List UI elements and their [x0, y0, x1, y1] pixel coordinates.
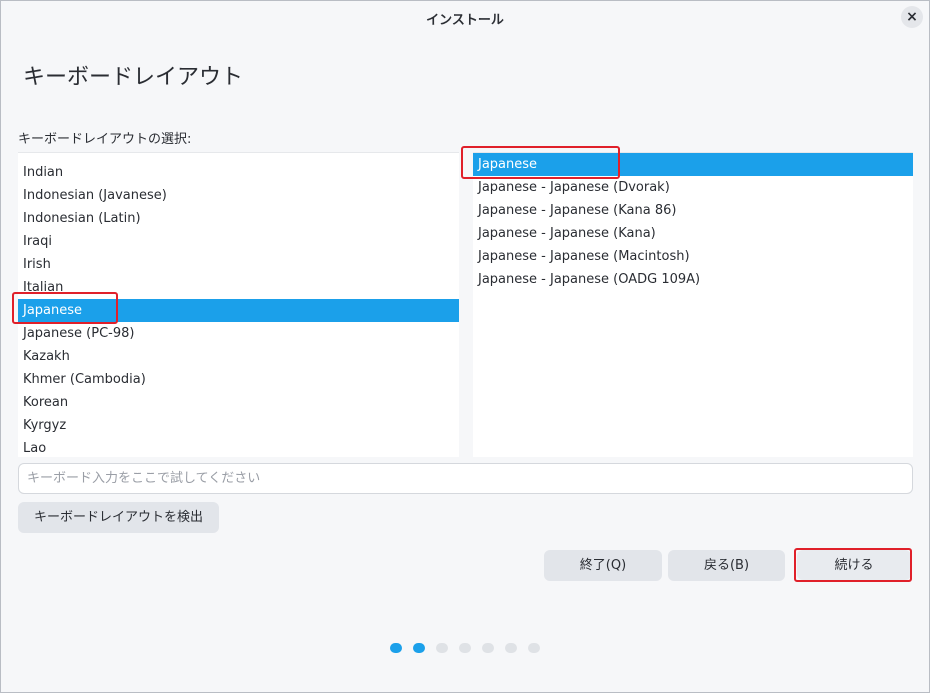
list-item[interactable]: Korean	[18, 391, 459, 414]
list-item[interactable]: Irish	[18, 253, 459, 276]
titlebar: インストール ×	[1, 1, 929, 35]
list-item[interactable]: Japanese (PC-98)	[18, 322, 459, 345]
step-dot	[459, 643, 471, 653]
list-item[interactable]: Indian	[18, 161, 459, 184]
list-item[interactable]: Khmer (Cambodia)	[18, 368, 459, 391]
list-item[interactable]: Indonesian (Latin)	[18, 207, 459, 230]
installer-window: インストール × キーボードレイアウト キーボードレイアウトの選択: Icela…	[0, 0, 930, 693]
quit-button[interactable]: 終了(Q)	[544, 550, 662, 581]
page-title: キーボードレイアウト	[23, 65, 244, 90]
step-dot	[413, 643, 425, 653]
list-item[interactable]: Japanese - Japanese (Kana)	[473, 222, 913, 245]
list-item[interactable]: Japanese - Japanese (Macintosh)	[473, 245, 913, 268]
step-dot	[505, 643, 517, 653]
detect-layout-button[interactable]: キーボードレイアウトを検出	[18, 502, 219, 533]
list-item[interactable]: Japanese - Japanese (Kana 86)	[473, 199, 913, 222]
list-item[interactable]: Italian	[18, 276, 459, 299]
list-item[interactable]: Icelandic	[18, 153, 459, 161]
back-button[interactable]: 戻る(B)	[668, 550, 785, 581]
list-item[interactable]: Kazakh	[18, 345, 459, 368]
list-item[interactable]: Iraqi	[18, 230, 459, 253]
step-dot	[390, 643, 402, 653]
continue-button[interactable]: 続ける	[797, 550, 911, 580]
list-item[interactable]: Indonesian (Javanese)	[18, 184, 459, 207]
list-item-selected[interactable]: Japanese	[473, 153, 913, 176]
step-dot	[482, 643, 494, 653]
step-dot	[436, 643, 448, 653]
keyboard-test-input[interactable]	[18, 463, 913, 494]
list-item[interactable]: Japanese - Japanese (Dvorak)	[473, 176, 913, 199]
list-item[interactable]: Japanese - Japanese (OADG 109A)	[473, 268, 913, 291]
list-item[interactable]: Lao	[18, 437, 459, 457]
keyboard-layout-list[interactable]: IcelandicIndianIndonesian (Javanese)Indo…	[18, 152, 459, 457]
window-title: インストール	[426, 13, 504, 28]
keyboard-variant-list[interactable]: Japanese Japanese - Japanese (Dvorak) Japa…	[473, 152, 913, 457]
step-dot	[528, 643, 540, 653]
list-item-selected[interactable]: Japanese	[18, 299, 459, 322]
layout-selection-label: キーボードレイアウトの選択:	[18, 132, 192, 147]
close-button[interactable]: ×	[901, 6, 923, 28]
list-item[interactable]: Kyrgyz	[18, 414, 459, 437]
